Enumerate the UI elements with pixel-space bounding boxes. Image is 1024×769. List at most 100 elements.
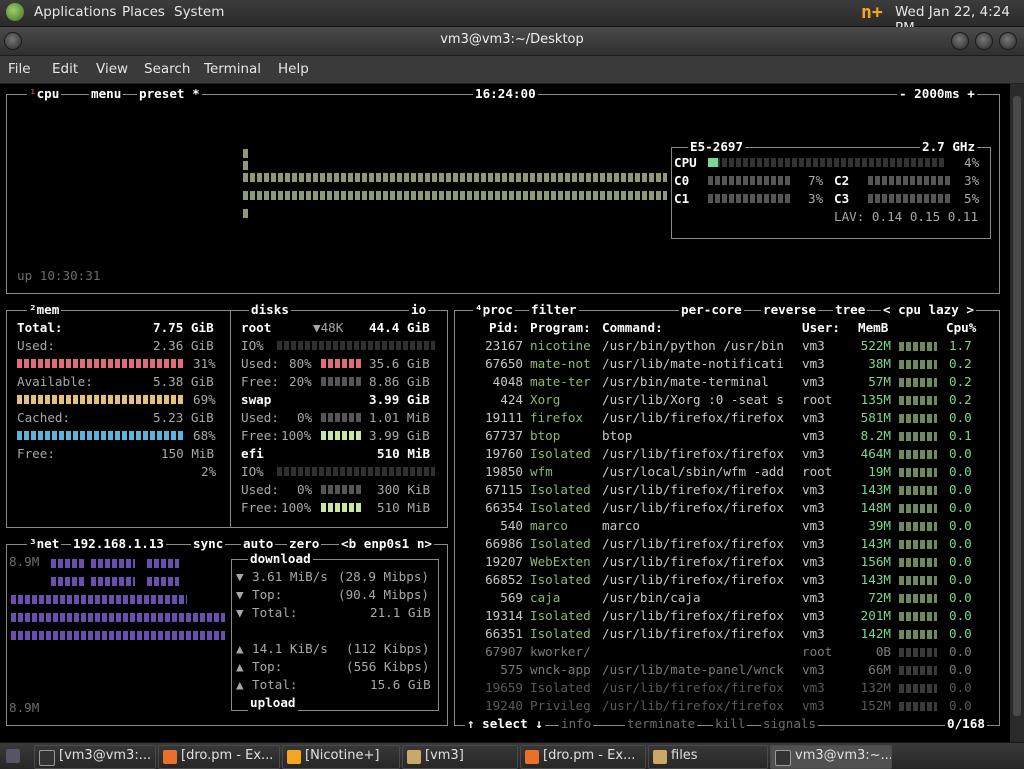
process-mem: 19M: [868, 464, 891, 479]
taskbar-button[interactable]: [Nicotine+]: [282, 745, 400, 769]
process-command: /usr/lib/mate-panel/wnck: [602, 662, 784, 677]
applications-menu[interactable]: Applications: [34, 4, 116, 20]
process-row[interactable]: 4048 mate-ter/usr/bin/mate-terminal vm3 57M…: [455, 373, 995, 391]
process-command: /usr/bin/mate-terminal: [602, 374, 769, 389]
terminal-view[interactable]: ¹cpu menu preset * 16:24:00 - 2000ms + E…: [0, 84, 1010, 742]
terminal-menubar: File Edit View Search Terminal Help: [0, 56, 1024, 84]
update-interval[interactable]: - 2000ms +: [897, 85, 977, 103]
terminal-scrollbar-thumb[interactable]: [1013, 96, 1021, 716]
mate-menu-logo-icon[interactable]: [6, 3, 24, 21]
taskbar-button[interactable]: [dro.pm - Ex...: [520, 745, 646, 769]
taskbar-button[interactable]: [vm3]: [402, 745, 518, 769]
header-mem[interactable]: MemB: [858, 319, 888, 337]
menu-file[interactable]: File: [8, 61, 31, 77]
minimize-icon[interactable]: [951, 32, 969, 50]
process-row[interactable]: 19240 Privileg/usr/lib/firefox/firefox vm3…: [455, 697, 995, 715]
taskbar-button[interactable]: vm3@vm3:~...: [770, 745, 892, 769]
process-row[interactable]: 19207 WebExten/usr/lib/firefox/firefox vm3…: [455, 553, 995, 571]
process-row[interactable]: 19850 wfm/usr/local/sbin/wfm -add root 19M 0…: [455, 463, 995, 481]
process-row[interactable]: 424 Xorg/usr/lib/Xorg :0 -seat s root 135M 0…: [455, 391, 995, 409]
process-row[interactable]: 575 wnck-app/usr/lib/mate-panel/wnck vm3 66…: [455, 661, 995, 679]
download-total: 21.1 GiB: [370, 605, 431, 620]
download-total-label: Total:: [252, 605, 298, 620]
menu-edit[interactable]: Edit: [52, 61, 78, 77]
header-program[interactable]: Program:: [530, 319, 591, 337]
process-pid: 19850: [485, 464, 523, 479]
terminal-scrollbar[interactable]: [1010, 84, 1024, 742]
header-cpu[interactable]: Cpu%: [946, 319, 976, 337]
info-button[interactable]: info: [559, 715, 594, 733]
io-tab[interactable]: io: [409, 301, 429, 319]
kill-button[interactable]: kill: [713, 715, 748, 733]
sort-selector[interactable]: < cpu lazy >: [881, 301, 976, 319]
process-pid: 19760: [485, 446, 523, 461]
net-tab[interactable]: ³net: [27, 535, 62, 553]
header-command[interactable]: Command:: [602, 319, 663, 337]
close-icon[interactable]: [999, 32, 1017, 50]
taskbar-button[interactable]: [dro.pm - Ex...: [158, 745, 280, 769]
show-desktop-button[interactable]: [2, 745, 28, 767]
download-rate-bits: (28.9 Mibps): [338, 569, 429, 584]
process-command: /usr/lib/firefox/firefox: [602, 536, 784, 551]
menu-view[interactable]: View: [96, 61, 128, 77]
process-row[interactable]: 66351 Isolated/usr/lib/firefox/firefox vm3…: [455, 625, 995, 643]
filter-tab[interactable]: filter: [529, 301, 579, 319]
disk-efi-used-label: Used:: [241, 482, 279, 497]
process-row[interactable]: 67737 btop btop vm3 8.2M 0.1: [455, 427, 995, 445]
signals-button[interactable]: signals: [761, 715, 819, 733]
menu-tab[interactable]: menu: [89, 85, 124, 103]
menu-help[interactable]: Help: [278, 61, 309, 77]
process-row[interactable]: 19760 Isolated/usr/lib/firefox/firefox vm3…: [455, 445, 995, 463]
mem-free-value: 150 MiB: [161, 446, 215, 461]
menu-search[interactable]: Search: [144, 61, 190, 77]
maximize-icon[interactable]: [975, 32, 993, 50]
proc-tab[interactable]: ⁴proc: [473, 301, 515, 319]
mem-used-label: Used:: [17, 338, 55, 353]
reverse-toggle[interactable]: reverse: [761, 301, 819, 319]
terminate-button[interactable]: terminate: [625, 715, 698, 733]
select-control[interactable]: ↑ select ↓: [465, 715, 545, 733]
process-row[interactable]: 569 caja/usr/bin/caja vm3 72M 0.0: [455, 589, 995, 607]
process-row[interactable]: 540 marco marco vm3 39M 0.0: [455, 517, 995, 535]
preset-tab[interactable]: preset *: [137, 85, 202, 103]
sync-toggle[interactable]: sync: [191, 535, 226, 553]
process-mem: 156M: [860, 554, 891, 569]
window-titlebar[interactable]: vm3@vm3:~/Desktop: [0, 27, 1024, 56]
header-pid[interactable]: Pid:: [489, 319, 519, 337]
places-menu[interactable]: Places: [122, 4, 165, 20]
taskbar-button[interactable]: [vm3@vm3:...: [34, 745, 156, 769]
system-menu[interactable]: System: [174, 4, 224, 20]
process-row[interactable]: 19111 firefox/usr/lib/firefox/firefox vm3 5…: [455, 409, 995, 427]
mem-cached-meter: [17, 431, 185, 440]
process-row[interactable]: 66986 Isolated/usr/lib/firefox/firefox vm3…: [455, 535, 995, 553]
interface-selector[interactable]: <b enp0s1 n>: [339, 535, 434, 553]
disk-efi-size: 510 MiB: [377, 446, 431, 461]
disk-swap-name: swap: [241, 392, 272, 407]
per-core-toggle[interactable]: per-core: [679, 301, 744, 319]
header-user[interactable]: User:: [802, 319, 840, 337]
mem-tab[interactable]: ²mem: [27, 301, 62, 319]
cpu-tab[interactable]: cpu: [37, 86, 60, 101]
process-row[interactable]: 19314 Isolated/usr/lib/firefox/firefox vm3…: [455, 607, 995, 625]
process-row[interactable]: 23167 nicotine/usr/bin/python /usr/bin vm3…: [455, 337, 995, 355]
process-row[interactable]: 19659 Isolated/usr/lib/firefox/firefox vm3…: [455, 679, 995, 697]
nicotine-plus-icon[interactable]: n+: [861, 2, 883, 23]
tree-toggle[interactable]: tree: [833, 301, 868, 319]
taskbar-button[interactable]: files: [648, 745, 768, 769]
process-cpu-meter: [899, 360, 937, 369]
disk-root-size: 44.4 GiB: [369, 320, 430, 335]
process-row[interactable]: 67907 kworker/root 0B 0.0: [455, 643, 995, 661]
process-row[interactable]: 67115 Isolated/usr/lib/firefox/firefox vm3…: [455, 481, 995, 499]
upload-top: (556 Kibps): [346, 659, 430, 674]
cpu-info-box: E5-2697 2.7 GHz CPU 4% C0 7% C1 3% C2 3%…: [671, 138, 991, 239]
disks-tab[interactable]: disks: [249, 301, 291, 319]
process-row[interactable]: 67650 mate-not/usr/lib/mate-notificati vm3…: [455, 355, 995, 373]
process-cpu: 0.1: [949, 428, 972, 443]
process-program: Isolated: [530, 500, 591, 515]
net-scale-bottom: 8.9M: [9, 700, 40, 715]
process-row[interactable]: 66852 Isolated/usr/lib/firefox/firefox vm3…: [455, 571, 995, 589]
mem-cached-value: 5.23 GiB: [153, 410, 214, 425]
process-cpu-meter: [899, 342, 937, 351]
menu-terminal[interactable]: Terminal: [204, 61, 261, 77]
process-row[interactable]: 66354 Isolated/usr/lib/firefox/firefox vm3…: [455, 499, 995, 517]
